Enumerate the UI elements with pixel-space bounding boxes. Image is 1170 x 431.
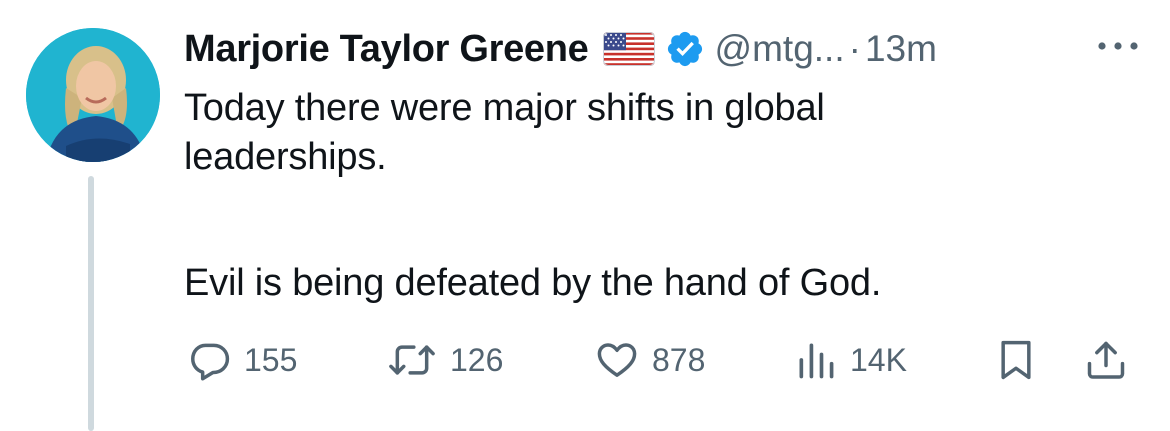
- like-count: 878: [652, 341, 706, 378]
- thread-line: [88, 176, 94, 431]
- bookmark-icon: [1001, 340, 1031, 380]
- reply-count: 155: [244, 341, 298, 378]
- us-flag-icon: [602, 32, 655, 66]
- views-button[interactable]: 14K: [794, 334, 907, 386]
- views-count: 14K: [850, 341, 907, 378]
- timestamp[interactable]: 13m: [865, 28, 937, 70]
- retweet-button[interactable]: 126: [386, 334, 503, 386]
- retweet-icon: [389, 345, 435, 375]
- avatar[interactable]: [26, 28, 160, 162]
- like-button[interactable]: 878: [594, 334, 705, 386]
- tweet-header: Marjorie Taylor Greene @mtg... · 13m: [184, 24, 937, 74]
- avatar-image: [26, 28, 160, 162]
- reply-icon: [191, 343, 230, 381]
- author-name[interactable]: Marjorie Taylor Greene: [184, 28, 589, 71]
- reply-button[interactable]: 155: [188, 334, 297, 386]
- verified-badge-icon[interactable]: [665, 29, 705, 69]
- tweet-line-2: leaderships.: [184, 136, 387, 178]
- share-icon: [1087, 341, 1125, 379]
- views-icon: [799, 343, 834, 379]
- heart-icon: [597, 343, 637, 377]
- tweet-text: Today there were major shifts in global …: [184, 84, 1124, 308]
- author-handle[interactable]: @mtg...: [715, 28, 845, 70]
- tweet-line-1: Today there were major shifts in global: [184, 87, 825, 129]
- action-bar: 155 126 878 14K: [184, 334, 1140, 386]
- retweet-count: 126: [450, 341, 504, 378]
- tweet-line-3: Evil is being defeated by the hand of Go…: [184, 262, 882, 304]
- tweet[interactable]: Marjorie Taylor Greene @mtg... · 13m Tod…: [0, 0, 1170, 431]
- separator-dot: ·: [848, 28, 861, 69]
- more-options-icon[interactable]: [1096, 36, 1140, 56]
- share-button[interactable]: [1084, 334, 1128, 386]
- bookmark-button[interactable]: [996, 334, 1036, 386]
